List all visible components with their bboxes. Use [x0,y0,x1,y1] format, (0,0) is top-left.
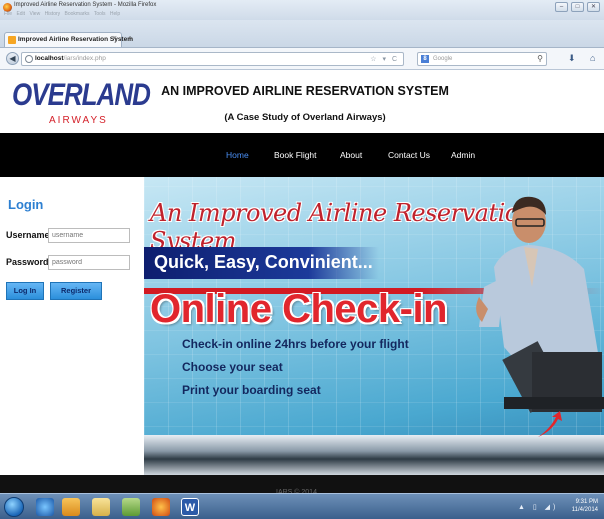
navigation-toolbar: ◀ localhost/iars/index.php ☆ ▾ C 8 Googl… [0,48,604,70]
window-titlebar: Improved Airline Reservation System - Mo… [0,0,604,20]
logo-main-text: OVERLAND [12,76,151,112]
banner-line: Check-in online 24hrs before your flight [182,337,409,351]
tab-favicon-icon [8,36,16,44]
username-label: Username [6,230,50,240]
minimize-button[interactable]: – [555,2,568,12]
nav-admin[interactable]: Admin [451,150,475,160]
url-text: localhost/iars/index.php [35,55,106,62]
firefox-taskbar-icon[interactable] [152,498,170,516]
nav-book-flight[interactable]: Book Flight [274,150,317,160]
register-button[interactable]: Register [50,282,102,300]
address-bar[interactable]: localhost/iars/index.php ☆ ▾ C [21,52,404,66]
search-placeholder: Google [433,56,453,62]
tab-bar: Improved Airline Reservation System × + [0,20,604,48]
site-title: AN IMPROVED AIRLINE RESERVATION SYSTEM [161,84,449,98]
reload-icon[interactable]: ☆ ▾ C [370,55,399,63]
search-bar[interactable]: 8 Google ⚲ [417,52,547,66]
banner-line: Print your boarding seat [182,383,321,397]
banner-tagline: Quick, Easy, Convinient... [154,252,373,272]
site-footer: IARS © 2014 [0,475,604,496]
banner-bottom-strip [144,435,604,475]
close-tab-icon[interactable]: × [113,35,117,42]
clock-time: 9:31 PM [575,499,598,505]
banner-headline: Online Check-in [150,287,448,331]
internet-explorer-icon[interactable] [36,498,54,516]
username-input[interactable] [48,228,130,243]
nav-home[interactable]: Home [226,150,249,160]
site-identity-icon[interactable] [25,55,33,63]
login-title: Login [8,197,44,212]
notepad-icon[interactable] [122,498,140,516]
window-title: Improved Airline Reservation System - Mo… [14,2,157,8]
windows-taskbar: W ▲ ▯ ◢) 9:31 PM 11/4/2014 [0,493,604,519]
main-navigation: Home Book Flight About Contact Us Admin [0,133,604,177]
close-window-button[interactable]: ✕ [587,2,600,12]
site-subtitle: (A Case Study of Overland Airways) [224,112,386,123]
logo-sub-text: AIRWAYS [49,115,108,126]
hero-banner: An Improved Airline Reservation System Q… [144,177,604,475]
window-controls: – □ ✕ [555,2,600,12]
download-home-icons[interactable]: ⬇ ⌂ [568,53,601,64]
businessman-with-laptop-image [476,196,604,413]
banner-line: Choose your seat [182,360,283,374]
nav-contact-us[interactable]: Contact Us [388,150,430,160]
search-engine-icon[interactable]: 8 [421,55,429,63]
browser-tab[interactable]: Improved Airline Reservation System × [4,32,133,47]
system-tray-icons[interactable]: ▲ ▯ ◢) [518,503,558,511]
word-icon[interactable]: W [181,498,199,516]
search-icon[interactable]: ⚲ [537,54,543,63]
maximize-button[interactable]: □ [571,2,584,12]
media-player-icon[interactable] [62,498,80,516]
overland-logo[interactable]: OVERLAND AIRWAYS [12,76,151,128]
clock[interactable]: 9:31 PM 11/4/2014 [572,498,598,514]
site-header: OVERLAND AIRWAYS AN IMPROVED AIRLINE RES… [0,70,604,133]
menu-bar[interactable]: File Edit View History Bookmarks Tools H… [4,11,120,17]
nav-about[interactable]: About [340,150,362,160]
login-button[interactable]: Log In [6,282,44,300]
file-explorer-icon[interactable] [92,498,110,516]
clock-date: 11/4/2014 [571,507,598,513]
password-input[interactable] [48,255,130,270]
password-label: Password [6,257,49,267]
start-button[interactable] [4,497,24,517]
login-panel: Login Username Password Log In Register [0,177,144,477]
red-arrow-icon [538,411,562,437]
new-tab-button[interactable]: + [124,34,136,46]
back-button[interactable]: ◀ [6,52,19,65]
